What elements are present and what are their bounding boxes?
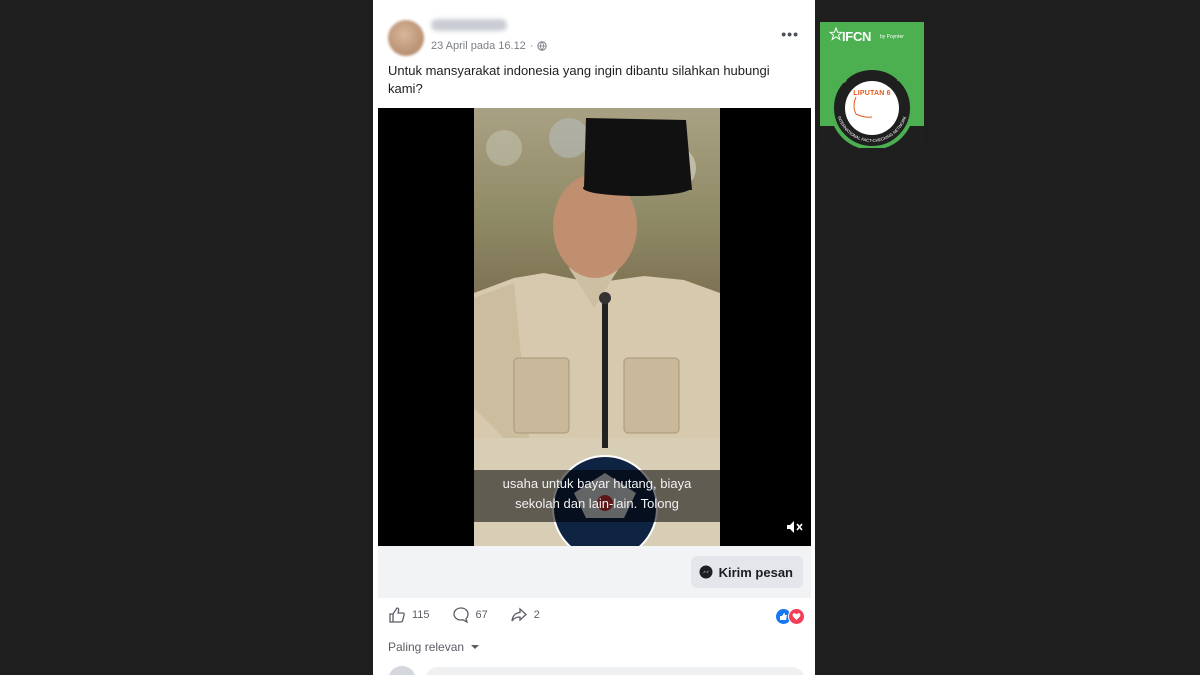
like-button[interactable]: 115 <box>388 606 430 624</box>
send-message-button[interactable]: Kirim pesan <box>690 556 803 588</box>
comment-icon <box>452 607 469 624</box>
messenger-icon <box>699 565 713 579</box>
avatar[interactable] <box>388 20 424 56</box>
comment-sort-dropdown[interactable]: Paling relevan <box>388 640 480 654</box>
comment-count: 67 <box>475 609 488 621</box>
post-header: 23 April pada 16.12 · ••• <box>373 0 815 60</box>
badge-subtitle: by Poynter <box>880 34 904 40</box>
comment-button[interactable]: 67 <box>452 606 488 624</box>
share-button[interactable]: 2 <box>510 606 540 624</box>
facebook-post: 23 April pada 16.12 · ••• Untuk mansyara… <box>373 0 815 675</box>
video-subtitle: usaha untuk bayar hutang, biaya sekolah … <box>474 470 720 522</box>
comment-bubble <box>425 667 805 675</box>
post-caption: Untuk mansyarakat indonesia yang ingin d… <box>388 63 770 96</box>
thumbs-up-icon <box>389 607 405 623</box>
like-count: 115 <box>412 609 430 621</box>
mute-icon[interactable] <box>785 518 803 536</box>
send-message-label: Kirim pesan <box>718 564 793 580</box>
star-icon <box>829 27 843 41</box>
chevron-down-icon <box>471 645 480 649</box>
meta-separator: · <box>529 40 534 52</box>
subtitle-line-2: sekolah dan lain-lain. Tolong <box>515 496 679 511</box>
more-options-icon[interactable]: ••• <box>781 26 799 42</box>
cta-area: Kirim pesan <box>378 546 811 598</box>
post-actions: 115 67 2 <box>388 604 806 626</box>
video-player[interactable]: usaha untuk bayar hutang, biaya sekolah … <box>378 108 811 546</box>
globe-icon <box>537 41 548 51</box>
post-meta: 23 April pada 16.12 · <box>431 40 548 52</box>
liputan6-logo: LIPUTAN 6 <box>853 90 891 97</box>
love-reaction-icon <box>788 608 805 625</box>
subtitle-line-1: usaha untuk bayar hutang, biaya <box>502 476 692 491</box>
badge-title: IFCN <box>842 29 872 44</box>
sort-label: Paling relevan <box>388 640 465 654</box>
share-count: 2 <box>533 609 540 621</box>
share-icon <box>511 607 527 622</box>
commenter-avatar <box>388 666 416 675</box>
author-name-blurred[interactable] <box>431 19 507 31</box>
post-date[interactable]: 23 April pada 16.12 <box>431 40 526 52</box>
reaction-summary[interactable] <box>775 608 805 625</box>
ifcn-signatory-badge: IFCN by Poynter SIGNATORY INTERNATIONAL … <box>820 22 924 150</box>
